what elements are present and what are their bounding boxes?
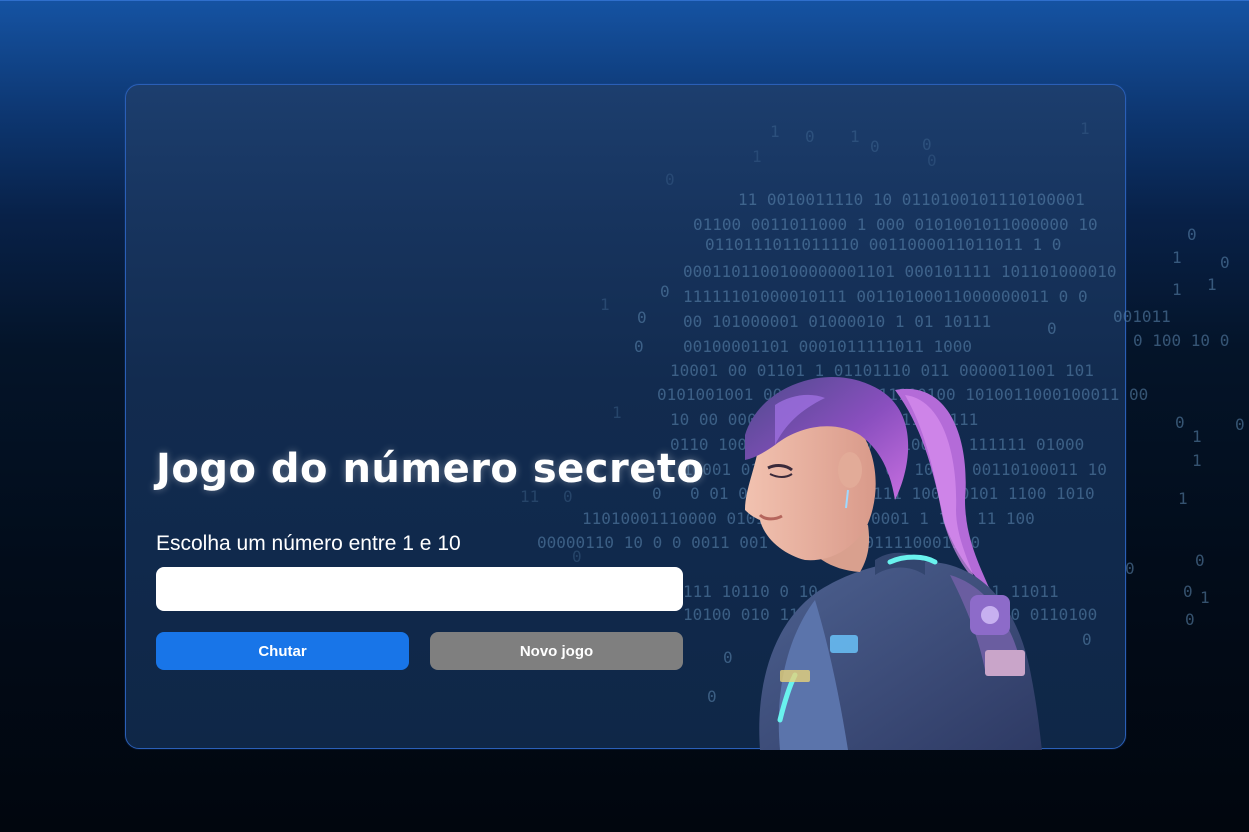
new-game-button[interactable]: Novo jogo xyxy=(430,632,683,670)
svg-text:1: 1 xyxy=(1172,280,1182,299)
top-edge-line xyxy=(0,0,1249,1)
svg-text:0: 0 xyxy=(1185,610,1195,629)
guess-prompt-label: Escolha um número entre 1 e 10 xyxy=(156,532,461,555)
page-title: Jogo do número secreto xyxy=(156,446,705,492)
astronaut-girl-illustration xyxy=(745,377,1042,750)
svg-text:1: 1 xyxy=(1207,275,1217,294)
svg-text:0: 0 xyxy=(1175,413,1185,432)
svg-text:1: 1 xyxy=(1172,248,1182,267)
svg-text:1: 1 xyxy=(1192,427,1202,446)
svg-text:1: 1 xyxy=(1178,489,1188,508)
svg-text:0: 0 xyxy=(1235,415,1245,434)
svg-text:0: 0 xyxy=(1195,551,1205,570)
guess-button[interactable]: Chutar xyxy=(156,632,409,670)
guess-input[interactable] xyxy=(156,567,683,611)
svg-text:0: 0 xyxy=(1220,253,1230,272)
svg-text:0: 0 xyxy=(1125,559,1135,578)
svg-text:0 100 10 0: 0 100 10 0 xyxy=(1133,331,1229,350)
svg-text:0: 0 xyxy=(1183,582,1193,601)
svg-text:1: 1 xyxy=(1200,588,1210,607)
svg-text:0: 0 xyxy=(1187,225,1197,244)
svg-text:1: 1 xyxy=(1192,451,1202,470)
